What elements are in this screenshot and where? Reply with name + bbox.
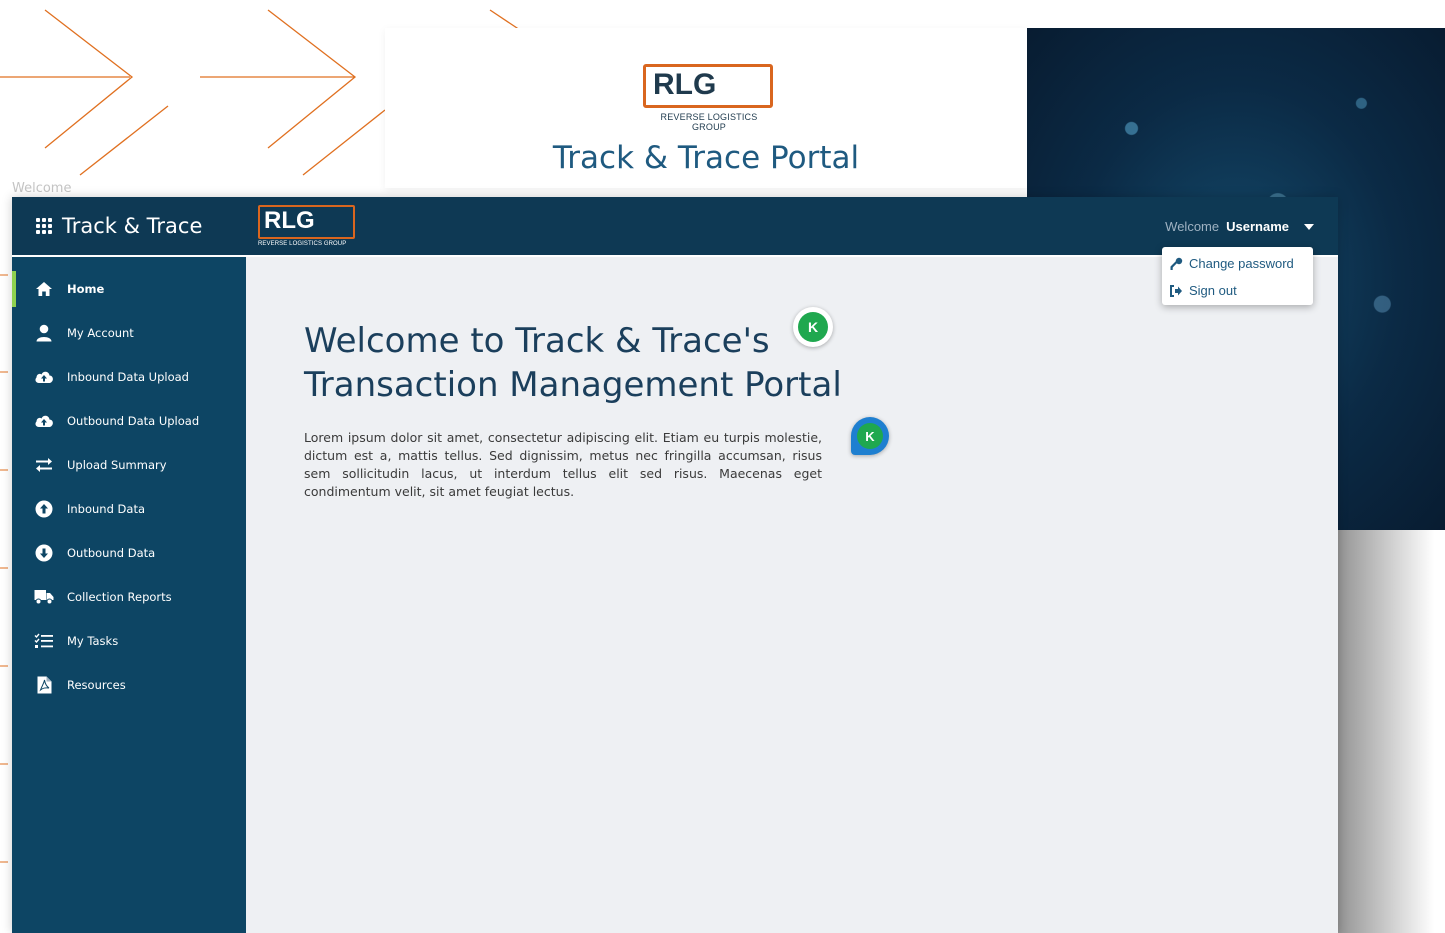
sidebar-item-inbound-data[interactable]: Inbound Data bbox=[12, 487, 246, 531]
sidebar-item-inbound-data-upload[interactable]: Inbound Data Upload bbox=[12, 355, 246, 399]
arrow-circle-down-icon bbox=[34, 543, 54, 563]
sidebar-item-my-account[interactable]: My Account bbox=[12, 311, 246, 355]
extension-badge-letter: K bbox=[798, 312, 828, 342]
username: Username bbox=[1226, 219, 1289, 234]
background-rlg-logo: RLG REVERSE LOGISTICS GROUP bbox=[643, 64, 775, 132]
window-tab-label: Welcome bbox=[12, 181, 72, 196]
apps-grid-icon[interactable] bbox=[36, 218, 52, 234]
app-title: Track & Trace bbox=[62, 214, 203, 238]
screenshot-stage: RLG REVERSE LOGISTICS GROUP Track & Trac… bbox=[0, 0, 1445, 933]
sidebar-item-label: Inbound Data Upload bbox=[67, 370, 189, 384]
app-brand[interactable]: Track & Trace bbox=[36, 214, 202, 238]
logo-word: RLG bbox=[264, 207, 315, 234]
app-window: Track & Trace RLG REVERSE LOGISTICS GROU… bbox=[12, 197, 1338, 933]
background-login-card: RLG REVERSE LOGISTICS GROUP Track & Trac… bbox=[385, 28, 1027, 188]
chat-bubble-letter: K bbox=[857, 423, 883, 449]
intro-paragraph: Lorem ipsum dolor sit amet, consectetur … bbox=[304, 430, 822, 499]
extension-badge[interactable]: K bbox=[793, 307, 833, 347]
sidebar-item-label: Collection Reports bbox=[67, 590, 172, 604]
sidebar-nav: Home My Account Inbound Data Upload Outb… bbox=[12, 257, 246, 707]
rlg-logo[interactable]: RLG REVERSE LOGISTICS GROUP bbox=[258, 205, 358, 251]
sidebar-item-label: Home bbox=[67, 282, 105, 296]
user-menu-toggle[interactable]: Welcome Username bbox=[1165, 219, 1314, 234]
sidebar-item-my-tasks[interactable]: My Tasks bbox=[12, 619, 246, 663]
sidebar-item-home[interactable]: Home bbox=[12, 267, 246, 311]
top-bar: Track & Trace RLG REVERSE LOGISTICS GROU… bbox=[12, 197, 1338, 257]
cloud-upload-icon bbox=[34, 367, 54, 387]
sidebar-item-label: Upload Summary bbox=[67, 458, 167, 472]
sidebar-item-label: My Account bbox=[67, 326, 134, 340]
user-icon bbox=[34, 323, 54, 343]
background-shadow bbox=[1338, 530, 1445, 933]
sidebar-item-resources[interactable]: Resources bbox=[12, 663, 246, 707]
sidebar-item-upload-summary[interactable]: Upload Summary bbox=[12, 443, 246, 487]
home-icon bbox=[34, 279, 54, 299]
arrow-circle-up-icon bbox=[34, 499, 54, 519]
tasks-icon bbox=[34, 631, 54, 651]
background-logo-word: RLG bbox=[653, 68, 717, 101]
sidebar-item-label: Outbound Data bbox=[67, 546, 156, 560]
cloud-upload-icon bbox=[34, 411, 54, 431]
exchange-icon bbox=[34, 455, 54, 475]
caret-down-icon[interactable] bbox=[1304, 223, 1314, 230]
chat-bubble-badge[interactable]: K bbox=[851, 417, 889, 455]
main-content: Welcome to Track & Trace's Transaction M… bbox=[246, 257, 1338, 933]
sidebar-item-outbound-data[interactable]: Outbound Data bbox=[12, 531, 246, 575]
logo-subtitle: REVERSE LOGISTICS GROUP bbox=[258, 241, 347, 247]
page-title: Welcome to Track & Trace's Transaction M… bbox=[304, 321, 842, 405]
sidebar-item-collection-reports[interactable]: Collection Reports bbox=[12, 575, 246, 619]
decorative-ticks bbox=[0, 274, 8, 863]
sidebar-item-label: My Tasks bbox=[67, 634, 119, 648]
pdf-file-icon bbox=[34, 675, 54, 695]
welcome-label: Welcome bbox=[1165, 219, 1220, 234]
sidebar-item-label: Outbound Data Upload bbox=[67, 414, 200, 428]
sidebar-item-label: Inbound Data bbox=[67, 502, 146, 516]
truck-icon bbox=[34, 587, 54, 607]
background-portal-title: Track & Trace Portal bbox=[552, 140, 860, 176]
sidebar: Home My Account Inbound Data Upload Outb… bbox=[12, 257, 246, 933]
sidebar-item-outbound-data-upload[interactable]: Outbound Data Upload bbox=[12, 399, 246, 443]
background-logo-subtitle: REVERSE LOGISTICS GROUP bbox=[660, 112, 758, 132]
sidebar-item-label: Resources bbox=[67, 678, 126, 692]
